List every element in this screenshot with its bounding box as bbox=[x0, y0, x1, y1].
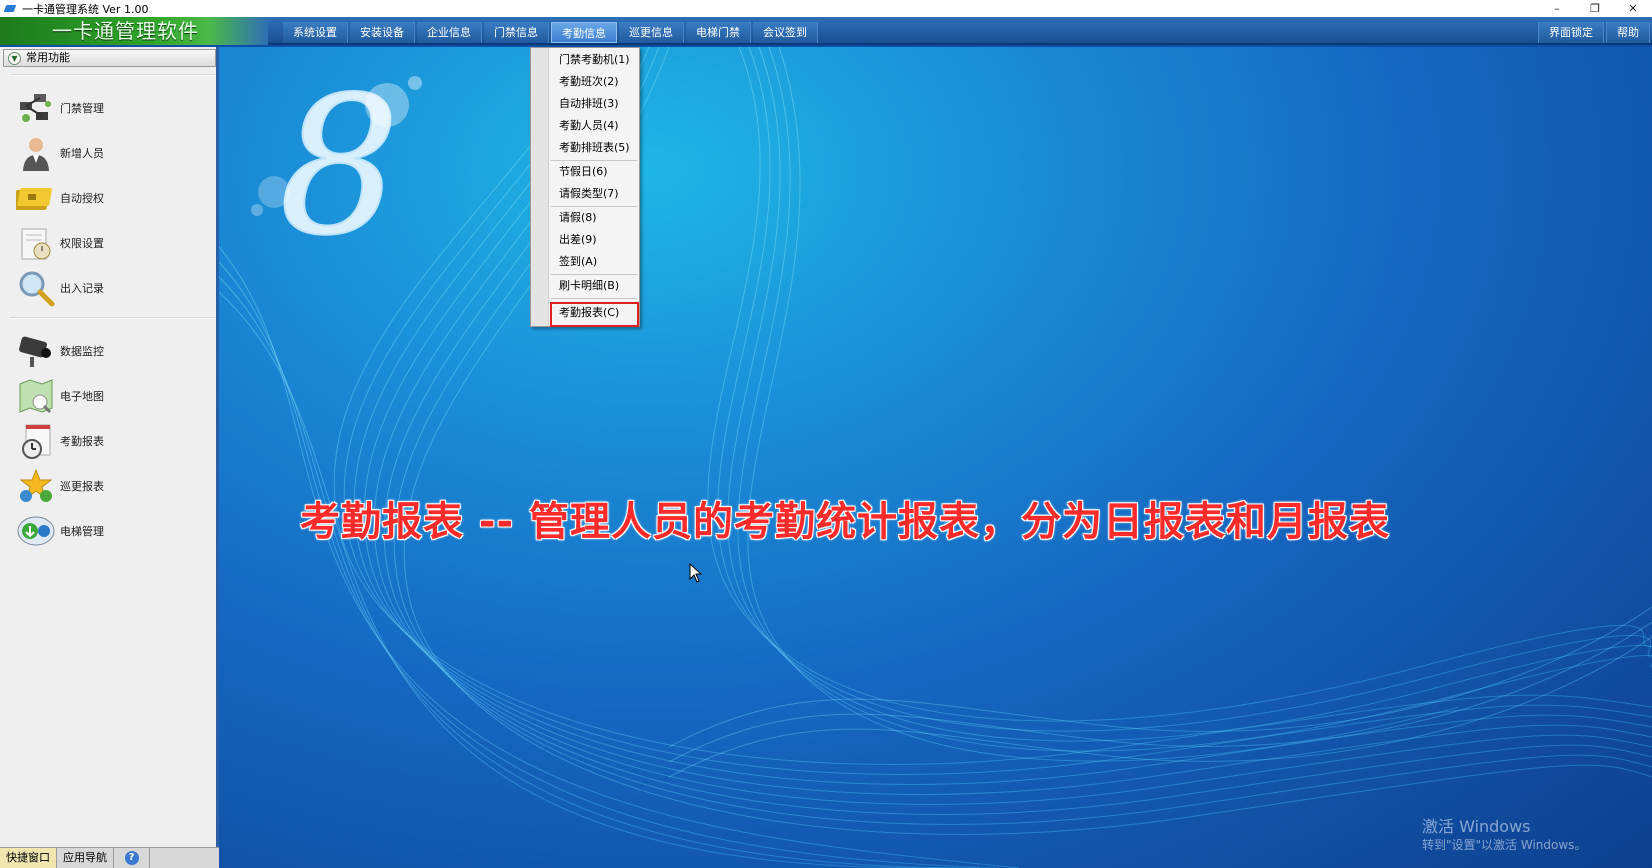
sidebar-item-label: 新增人员 bbox=[60, 147, 104, 160]
menu-system-settings[interactable]: 系统设置 bbox=[283, 22, 348, 43]
sidebar-header[interactable]: ▼ 常用功能 bbox=[3, 49, 216, 67]
menu-elevator-access[interactable]: 电梯门禁 bbox=[686, 22, 751, 43]
title-bar: 一卡通管理系统 Ver 1.00 – ❐ ✕ bbox=[0, 0, 1652, 17]
menu-item-schedule-table[interactable]: 考勤排班表(5) bbox=[559, 138, 630, 158]
sidebar-item-label: 电梯管理 bbox=[60, 525, 104, 538]
menu-separator bbox=[551, 274, 637, 275]
help-button[interactable]: ? bbox=[114, 848, 150, 868]
menu-item-shift[interactable]: 考勤班次(2) bbox=[559, 72, 619, 92]
sidebar-item-electronic-map[interactable]: 电子地图 bbox=[16, 376, 206, 416]
tab-app-navigation[interactable]: 应用导航 bbox=[57, 848, 114, 868]
magnifier-icon bbox=[16, 268, 56, 308]
activation-watermark-title: 激活 Windows bbox=[1422, 817, 1531, 836]
sidebar-item-label: 巡更报表 bbox=[60, 480, 104, 493]
divider bbox=[10, 317, 216, 319]
menu-item-attendance-staff[interactable]: 考勤人员(4) bbox=[559, 116, 619, 136]
background-wave-art: 8 bbox=[219, 47, 1652, 868]
activation-watermark-text: 转到"设置"以激活 Windows。 bbox=[1422, 838, 1587, 852]
sidebar-item-label: 权限设置 bbox=[60, 237, 104, 250]
sidebar-header-label: 常用功能 bbox=[26, 51, 70, 64]
menu-attendance-info[interactable]: 考勤信息 bbox=[551, 22, 617, 43]
menu-lock-ui[interactable]: 界面锁定 bbox=[1538, 22, 1604, 43]
menu-item-attendance-device[interactable]: 门禁考勤机(1) bbox=[559, 50, 630, 70]
logo-eight: 8 bbox=[251, 55, 422, 278]
menu-separator bbox=[551, 160, 637, 161]
camera-icon bbox=[16, 331, 56, 371]
sidebar-item-label: 考勤报表 bbox=[60, 435, 104, 448]
map-icon bbox=[16, 376, 56, 416]
attendance-dropdown-menu: 门禁考勤机(1) 考勤班次(2) 自动排班(3) 考勤人员(4) 考勤排班表(5… bbox=[530, 47, 640, 327]
restore-icon[interactable]: ❐ bbox=[1576, 0, 1614, 17]
menu-item-sign-in[interactable]: 签到(A) bbox=[559, 252, 597, 272]
help-icon: ? bbox=[124, 851, 139, 865]
main-workspace: 8 bbox=[219, 47, 1652, 868]
sidebar-item-new-person[interactable]: 新增人员 bbox=[16, 133, 206, 173]
menu-company-info[interactable]: 企业信息 bbox=[417, 22, 482, 43]
star-stack-icon bbox=[16, 466, 56, 506]
sidebar-item-label: 电子地图 bbox=[60, 390, 104, 403]
elevator-icon bbox=[16, 511, 56, 551]
sidebar-item-access-records[interactable]: 出入记录 bbox=[16, 268, 206, 308]
menu-gutter bbox=[531, 48, 549, 326]
access-control-icon bbox=[16, 88, 56, 128]
menu-item-business-trip[interactable]: 出差(9) bbox=[559, 230, 597, 250]
sidebar-item-data-monitor[interactable]: 数据监控 bbox=[16, 331, 206, 371]
report-clock-icon bbox=[16, 421, 56, 461]
chevron-down-icon[interactable]: ▼ bbox=[8, 52, 21, 65]
tutorial-caption: 考勤报表 -- 管理人员的考勤统计报表，分为日报表和月报表 bbox=[300, 499, 1391, 545]
menu-item-auto-schedule[interactable]: 自动排班(3) bbox=[559, 94, 619, 114]
menu-help[interactable]: 帮助 bbox=[1606, 22, 1650, 43]
highlight-box bbox=[550, 302, 639, 327]
mouse-cursor-icon bbox=[689, 562, 703, 586]
menu-item-leave[interactable]: 请假(8) bbox=[559, 208, 597, 228]
menu-meeting-signin[interactable]: 会议签到 bbox=[753, 22, 818, 43]
tab-quick-window[interactable]: 快捷窗口 bbox=[0, 848, 57, 868]
menu-separator bbox=[551, 298, 637, 299]
menu-item-card-details[interactable]: 刷卡明细(B) bbox=[559, 276, 619, 296]
menu-access-info[interactable]: 门禁信息 bbox=[484, 22, 549, 43]
minimize-icon[interactable]: – bbox=[1538, 0, 1576, 17]
sidebar-item-label: 出入记录 bbox=[60, 282, 104, 295]
sidebar-item-permission-settings[interactable]: 权限设置 bbox=[16, 223, 206, 263]
document-clock-icon bbox=[16, 223, 56, 263]
brand-title: 一卡通管理软件 bbox=[0, 17, 268, 45]
sidebar-item-patrol-report[interactable]: 巡更报表 bbox=[16, 466, 206, 506]
divider bbox=[10, 74, 216, 76]
window-controls: – ❐ ✕ bbox=[1538, 0, 1652, 17]
menu-patrol-info[interactable]: 巡更信息 bbox=[619, 22, 684, 43]
sidebar-item-auto-authorize[interactable]: 自动授权 bbox=[12, 178, 206, 218]
menu-item-leave-types[interactable]: 请假类型(7) bbox=[559, 184, 619, 204]
card-icon bbox=[12, 178, 56, 218]
window-title: 一卡通管理系统 Ver 1.00 bbox=[22, 2, 149, 16]
sidebar-item-elevator-management[interactable]: 电梯管理 bbox=[16, 511, 206, 551]
bottom-tab-bar: 快捷窗口 应用导航 ? bbox=[0, 847, 219, 868]
sidebar-item-access-control[interactable]: 门禁管理 bbox=[16, 88, 206, 128]
person-icon bbox=[16, 133, 56, 173]
sidebar-item-attendance-report[interactable]: 考勤报表 bbox=[16, 421, 206, 461]
menu-bar: 一卡通管理软件 系统设置 安装设备 企业信息 门禁信息 考勤信息 巡更信息 电梯… bbox=[0, 17, 1652, 45]
sidebar-item-label: 数据监控 bbox=[60, 345, 104, 358]
menu-separator bbox=[551, 206, 637, 207]
close-icon[interactable]: ✕ bbox=[1614, 0, 1652, 17]
menu-install-device[interactable]: 安装设备 bbox=[350, 22, 415, 43]
menu-item-holidays[interactable]: 节假日(6) bbox=[559, 162, 608, 182]
sidebar-item-label: 门禁管理 bbox=[60, 102, 104, 115]
app-icon bbox=[4, 3, 18, 15]
sidebar: ▼ 常用功能 门禁管理 新增人员 自动授权 权限设置 出入记录 数据监控 电子地… bbox=[0, 47, 219, 847]
sidebar-item-label: 自动授权 bbox=[60, 192, 104, 205]
